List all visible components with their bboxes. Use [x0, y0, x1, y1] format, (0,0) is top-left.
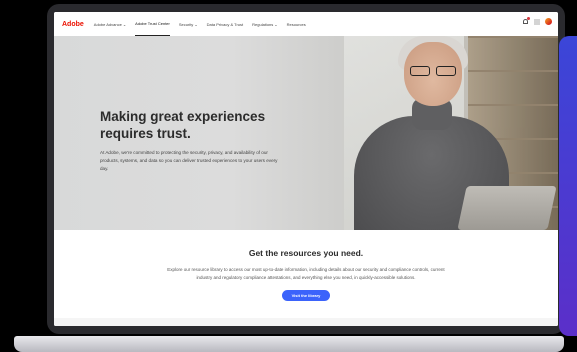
nav-item-resources[interactable]: Resources: [287, 12, 306, 36]
decorative-accent: [559, 36, 577, 336]
laptop-base: [14, 336, 564, 352]
hero-text-block: Making great experiences requires trust.…: [100, 108, 280, 173]
nav-item-label: Adobe Trust Center: [135, 21, 170, 26]
nav-item-adobe-trust-center[interactable]: Adobe Trust Center: [135, 12, 170, 36]
nav-item-label: Data Privacy & Trust: [206, 21, 244, 27]
nav-item-adobe-advance[interactable]: Adobe Advance ⌄: [94, 12, 126, 36]
chevron-down-icon: ⌄: [274, 21, 278, 27]
adobe-logo[interactable]: Adobe: [62, 21, 84, 28]
nav-item-data-privacy-trust[interactable]: Data Privacy & Trust: [207, 12, 243, 36]
apps-grid-icon[interactable]: [534, 18, 540, 25]
chevron-down-icon: ⌄: [122, 21, 127, 27]
nav-item-label: Adobe Advance: [93, 21, 122, 27]
nav-icons: [522, 17, 552, 25]
hero-section: Making great experiences requires trust.…: [54, 36, 558, 230]
nav-item-label: Security: [178, 21, 194, 27]
resources-section: Get the resources you need. Explore our …: [54, 230, 558, 326]
nav-item-label: Resources: [286, 21, 306, 27]
resources-description: Explore our resource library to access o…: [167, 267, 445, 280]
visit-library-button[interactable]: Visit the library: [281, 290, 331, 301]
resources-title: Get the resources you need.: [248, 248, 364, 258]
browser-screen: Adobe Adobe Advance ⌄ Adobe Trust Center Se…: [54, 12, 558, 326]
hero-laptop: [457, 186, 557, 230]
top-navigation: Adobe Adobe Advance ⌄ Adobe Trust Center Se…: [54, 12, 558, 37]
bell-icon[interactable]: [522, 17, 530, 25]
hero-title: Making great experiences requires trust.: [100, 109, 266, 141]
nav-item-regulations[interactable]: Regulations ⌄: [252, 12, 277, 36]
notification-dot: [527, 17, 530, 20]
nav-item-label: Regulations: [252, 21, 274, 27]
footer-strip: [54, 318, 558, 326]
hero-description: At Adobe, we're committed to protecting …: [100, 150, 278, 171]
hero-person-glasses: [410, 66, 458, 76]
profile-avatar[interactable]: [545, 18, 552, 25]
nav-menu: Adobe Advance ⌄ Adobe Trust Center Security…: [94, 12, 315, 36]
chevron-down-icon: ⌄: [194, 21, 198, 27]
nav-item-security[interactable]: Security ⌄: [179, 12, 198, 36]
